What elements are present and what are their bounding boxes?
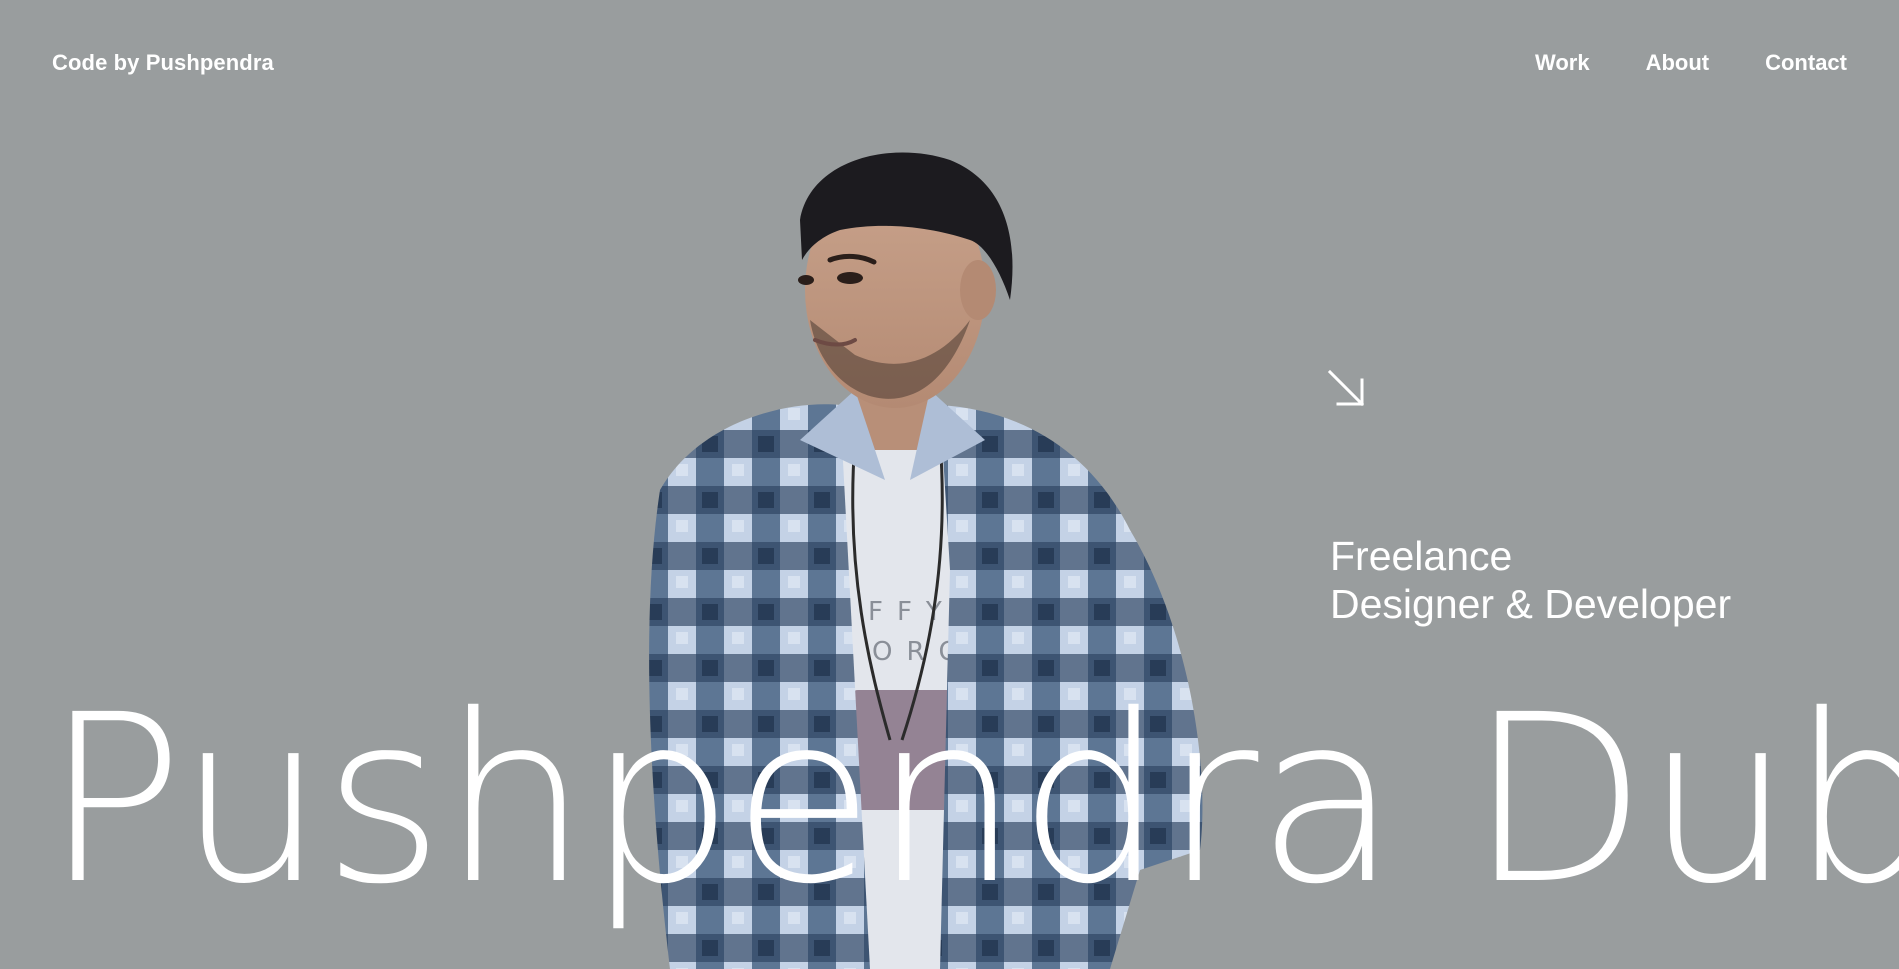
hero-page: Code by Pushpendra Work About Contact FF…	[0, 0, 1899, 969]
hero-name: Pushpendra Dubey	[44, 665, 1899, 935]
svg-text:FFY: FFY	[868, 597, 956, 627]
nav-link-contact[interactable]: Contact	[1765, 50, 1847, 76]
tagline-line-1: Freelance	[1330, 533, 1513, 579]
nav-link-about[interactable]: About	[1646, 50, 1710, 76]
nav-link-work[interactable]: Work	[1535, 50, 1590, 76]
main-nav: Work About Contact	[1535, 50, 1847, 76]
site-logo[interactable]: Code by Pushpendra	[52, 50, 274, 76]
tagline: Freelance Designer & Developer	[1330, 532, 1731, 628]
arrow-down-right-icon	[1327, 369, 1365, 407]
tagline-line-2: Designer & Developer	[1330, 581, 1732, 627]
